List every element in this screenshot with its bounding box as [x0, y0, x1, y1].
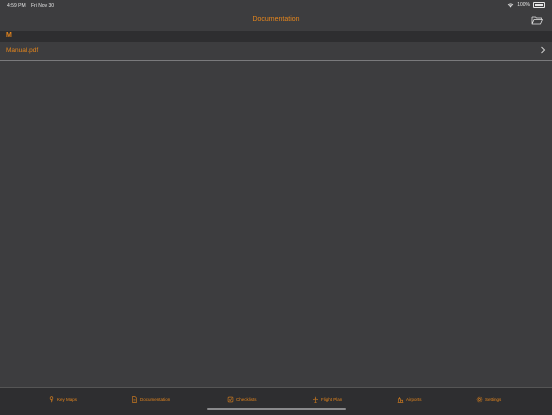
tab-label: Key Maps [57, 396, 78, 402]
tab-label: Documentation [140, 396, 171, 402]
tab-key-maps[interactable]: Key Maps [48, 395, 77, 403]
wifi-icon [507, 3, 514, 7]
tab-label: Checklists [236, 396, 257, 402]
section-header: M [0, 31, 552, 42]
status-right: 100% [507, 2, 545, 8]
page-title: Documentation [252, 16, 300, 23]
checklist-icon [227, 396, 234, 402]
status-time: 4:59 PM [7, 3, 26, 9]
tab-bar: Key Maps Documentation Checklists Flight… [0, 387, 552, 415]
tab-settings[interactable]: Settings [476, 395, 501, 403]
navigation-bar: Documentation [0, 11, 552, 30]
battery-icon [533, 2, 545, 8]
tab-label: Airports [406, 396, 422, 402]
document-icon [132, 395, 137, 403]
tab-label: Flight Plan [321, 396, 343, 402]
gear-icon [476, 396, 483, 402]
home-indicator [207, 408, 346, 410]
chevron-right-icon [541, 46, 546, 54]
tab-documentation[interactable]: Documentation [131, 395, 170, 403]
folder-icon[interactable] [531, 15, 543, 25]
key-maps-icon [49, 395, 54, 402]
document-row[interactable]: Manual.pdf [0, 42, 552, 61]
tab-flight-plan[interactable]: Flight Plan [312, 395, 342, 403]
tab-checklists[interactable]: Checklists [227, 395, 257, 403]
status-bar: 4:59 PM Fri Nov 30 100% [0, 0, 552, 11]
section-letter: M [6, 32, 12, 39]
tab-airports[interactable]: Airports [397, 395, 422, 403]
tab-label: Settings [485, 396, 502, 402]
document-name: Manual.pdf [6, 47, 39, 54]
status-date: Fri Nov 30 [31, 3, 55, 9]
plane-icon [312, 396, 319, 403]
battery-percent: 100% [517, 2, 530, 8]
airport-icon [397, 396, 404, 403]
